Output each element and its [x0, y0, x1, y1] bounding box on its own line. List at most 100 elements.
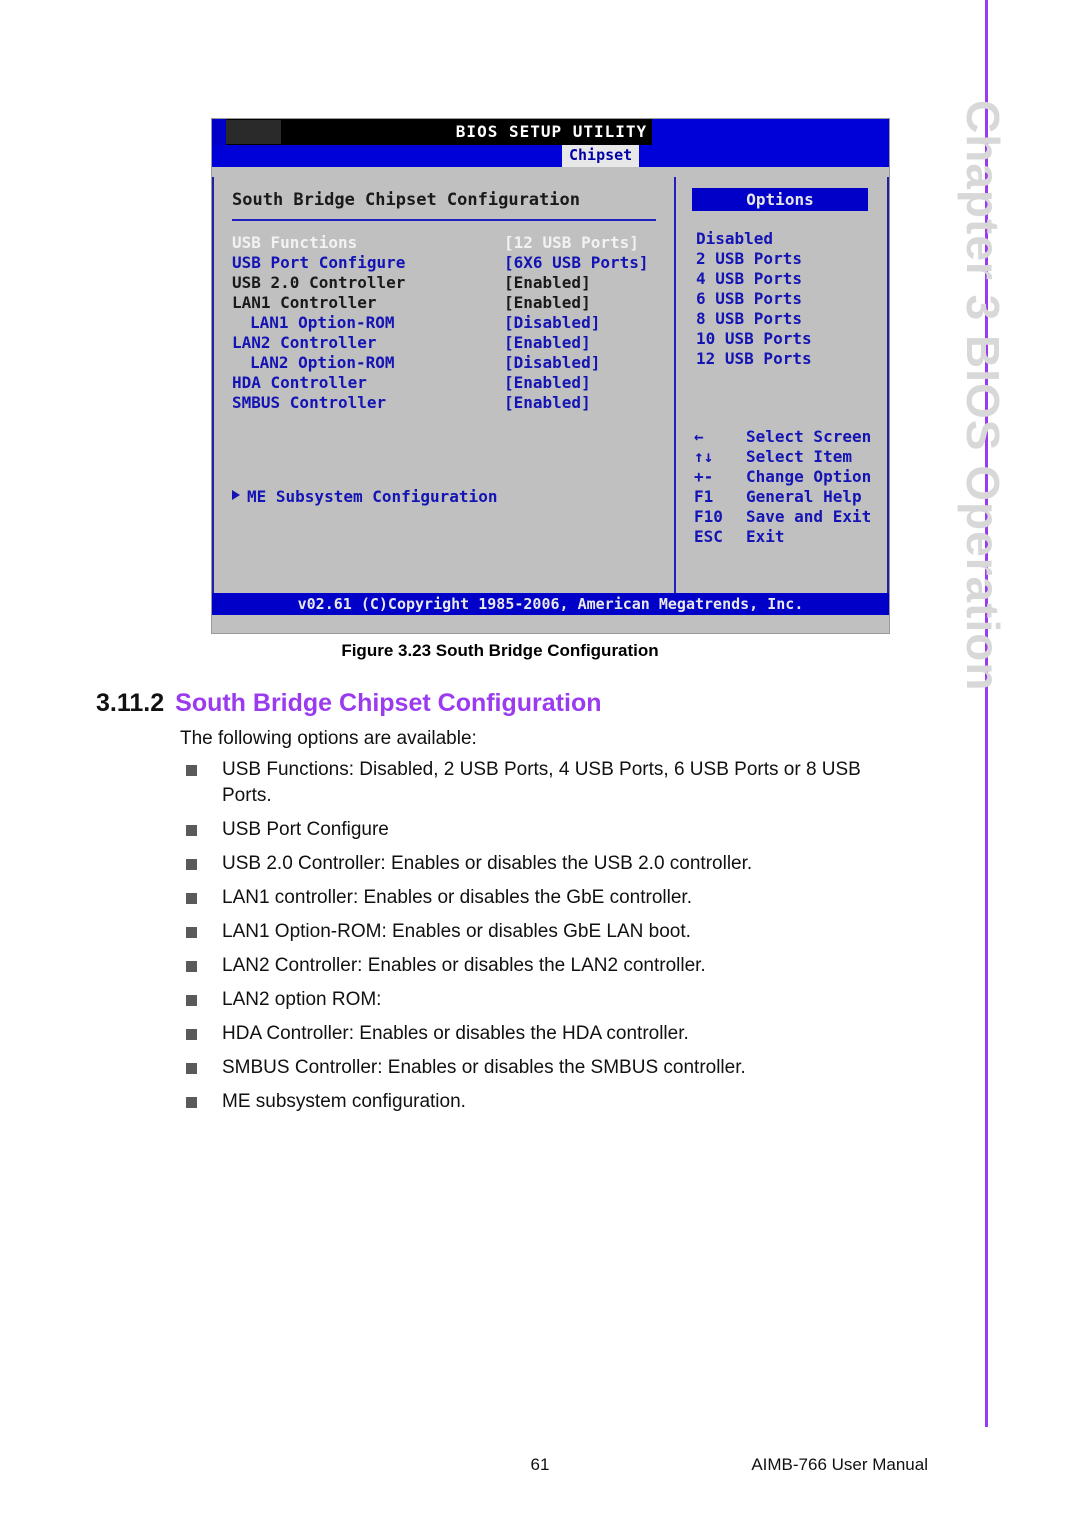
options-bullet-list: USB Functions: Disabled, 2 USB Ports, 4 …	[180, 757, 910, 1123]
key-description: Change Option	[746, 467, 872, 486]
setting-row-lan2-controller[interactable]: LAN2 Controller [Enabled]	[232, 333, 662, 353]
bios-copyright-footer: v02.61 (C)Copyright 1985-2006, American …	[212, 593, 889, 615]
bios-title: BIOS SETUP UTILITY	[455, 122, 648, 141]
bios-footer-padding	[212, 615, 889, 621]
setting-value[interactable]: [Enabled]	[504, 373, 591, 392]
setting-row-usb-functions[interactable]: USB Functions [12 USB Ports]	[232, 233, 662, 253]
bios-setup-screenshot: BIOS SETUP UTILITY Chipset South Bridge …	[211, 118, 890, 634]
key-glyph: F1	[694, 487, 714, 506]
square-bullet-icon	[186, 1029, 197, 1040]
option-item[interactable]: 4 USB Ports	[696, 269, 812, 289]
submenu-label: ME Subsystem Configuration	[247, 487, 498, 506]
setting-row-lan1-controller[interactable]: LAN1 Controller [Enabled]	[232, 293, 662, 313]
option-item[interactable]: 2 USB Ports	[696, 249, 812, 269]
chapter-label-text: Chapter 3 BIOS Operation	[957, 100, 1009, 692]
option-item[interactable]: 10 USB Ports	[696, 329, 812, 349]
key-glyph: ↑↓	[694, 447, 714, 466]
square-bullet-icon	[186, 1063, 197, 1074]
bullet-item: LAN1 controller: Enables or disables the…	[180, 885, 910, 911]
options-panel-header: Options	[692, 188, 868, 211]
tab-chipset[interactable]: Chipset	[562, 145, 640, 167]
key-description: Exit	[746, 527, 785, 546]
key-description: Select Item	[746, 447, 852, 466]
bullet-item: USB Port Configure	[180, 817, 910, 843]
setting-label: USB Port Configure	[232, 253, 406, 272]
key-description: Select Screen	[746, 427, 872, 446]
key-glyph: ←	[694, 427, 704, 446]
setting-row-lan1-option-rom[interactable]: LAN1 Option-ROM [Disabled]	[232, 313, 662, 333]
setting-label: LAN2 Controller	[232, 333, 377, 352]
square-bullet-icon	[186, 893, 197, 904]
bullet-text: USB 2.0 Controller: Enables or disables …	[222, 853, 753, 874]
setting-value[interactable]: [Enabled]	[504, 293, 591, 312]
square-bullet-icon	[186, 825, 197, 836]
bullet-text: LAN2 option ROM:	[222, 989, 382, 1010]
setting-label: LAN1 Controller	[232, 293, 377, 312]
bullet-item: USB Functions: Disabled, 2 USB Ports, 4 …	[180, 757, 910, 809]
bullet-text: ME subsystem configuration.	[222, 1091, 466, 1112]
bullet-item: HDA Controller: Enables or disables the …	[180, 1021, 910, 1047]
square-bullet-icon	[186, 1097, 197, 1108]
setting-row-lan2-option-rom[interactable]: LAN2 Option-ROM [Disabled]	[232, 353, 662, 373]
setting-label: USB 2.0 Controller	[232, 273, 406, 292]
triangle-right-icon	[232, 490, 240, 500]
key-glyph: F10	[694, 507, 723, 526]
bios-body: South Bridge Chipset Configuration USB F…	[212, 177, 889, 593]
setting-row-smbus-controller[interactable]: SMBUS Controller [Enabled]	[232, 393, 662, 413]
key-glyph: +-	[694, 467, 714, 486]
square-bullet-icon	[186, 995, 197, 1006]
setting-label: LAN1 Option-ROM	[250, 313, 395, 332]
setting-value[interactable]: [Disabled]	[504, 353, 600, 372]
bullet-item: ME subsystem configuration.	[180, 1089, 910, 1115]
setting-label: SMBUS Controller	[232, 393, 387, 412]
bullet-text: HDA Controller: Enables or disables the …	[222, 1023, 689, 1044]
setting-value[interactable]: [Enabled]	[504, 333, 591, 352]
key-description: General Help	[746, 487, 862, 506]
bullet-item: LAN2 option ROM:	[180, 987, 910, 1013]
bullet-text: USB Functions: Disabled, 2 USB Ports, 4 …	[222, 759, 861, 806]
bios-options-panel: Options Disabled 2 USB Ports 4 USB Ports…	[676, 177, 887, 593]
square-bullet-icon	[186, 859, 197, 870]
bios-tabbar-underline	[212, 167, 889, 177]
bios-settings-list: USB Functions [12 USB Ports] USB Port Co…	[232, 233, 662, 413]
setting-label: USB Functions	[232, 233, 358, 252]
section-title: South Bridge Chipset Configuration	[175, 689, 602, 717]
figure-caption: Figure 3.23 South Bridge Configuration	[341, 641, 659, 660]
bullet-text: LAN1 controller: Enables or disables the…	[222, 887, 692, 908]
option-item[interactable]: 6 USB Ports	[696, 289, 812, 309]
bullet-text: USB Port Configure	[222, 819, 389, 840]
section-number: 3.11.2	[96, 689, 165, 717]
setting-value[interactable]: [Disabled]	[504, 313, 600, 332]
options-value-list: Disabled 2 USB Ports 4 USB Ports 6 USB P…	[696, 229, 812, 369]
key-description: Save and Exit	[746, 507, 872, 526]
bullet-item: SMBUS Controller: Enables or disables th…	[180, 1055, 910, 1081]
setting-label: LAN2 Option-ROM	[250, 353, 395, 372]
setting-row-hda-controller[interactable]: HDA Controller [Enabled]	[232, 373, 662, 393]
option-item[interactable]: 12 USB Ports	[696, 349, 812, 369]
bullet-text: LAN2 Controller: Enables or disables the…	[222, 955, 706, 976]
bullet-text: LAN1 Option-ROM: Enables or disables GbE…	[222, 921, 691, 942]
bullet-item: USB 2.0 Controller: Enables or disables …	[180, 851, 910, 877]
setting-row-usb-20-controller[interactable]: USB 2.0 Controller [Enabled]	[232, 273, 662, 293]
panel-title-divider	[232, 219, 656, 221]
setting-row-usb-port-configure[interactable]: USB Port Configure [6X6 USB Ports]	[232, 253, 662, 273]
intro-paragraph: The following options are available:	[180, 728, 477, 749]
bios-menu-tabbar[interactable]: Chipset	[212, 145, 889, 167]
square-bullet-icon	[186, 927, 197, 938]
setting-value[interactable]: [Enabled]	[504, 273, 591, 292]
setting-value[interactable]: [12 USB Ports]	[504, 233, 639, 252]
section-heading: 3.11.2 South Bridge Chipset Configuration	[96, 689, 602, 718]
key-glyph: ESC	[694, 527, 723, 546]
bullet-text: SMBUS Controller: Enables or disables th…	[222, 1057, 746, 1078]
option-item[interactable]: 8 USB Ports	[696, 309, 812, 329]
setting-value[interactable]: [Enabled]	[504, 393, 591, 412]
submenu-me-subsystem-configuration[interactable]: ME Subsystem Configuration	[232, 487, 497, 506]
bullet-item: LAN1 Option-ROM: Enables or disables GbE…	[180, 919, 910, 945]
manual-title-footer: AIMB-766 User Manual	[751, 1455, 928, 1474]
square-bullet-icon	[186, 961, 197, 972]
option-item[interactable]: Disabled	[696, 229, 812, 249]
setting-value[interactable]: [6X6 USB Ports]	[504, 253, 649, 272]
bios-main-panel: South Bridge Chipset Configuration USB F…	[214, 177, 676, 593]
bios-titlebar: BIOS SETUP UTILITY	[212, 119, 889, 145]
panel-title: South Bridge Chipset Configuration	[232, 190, 580, 210]
